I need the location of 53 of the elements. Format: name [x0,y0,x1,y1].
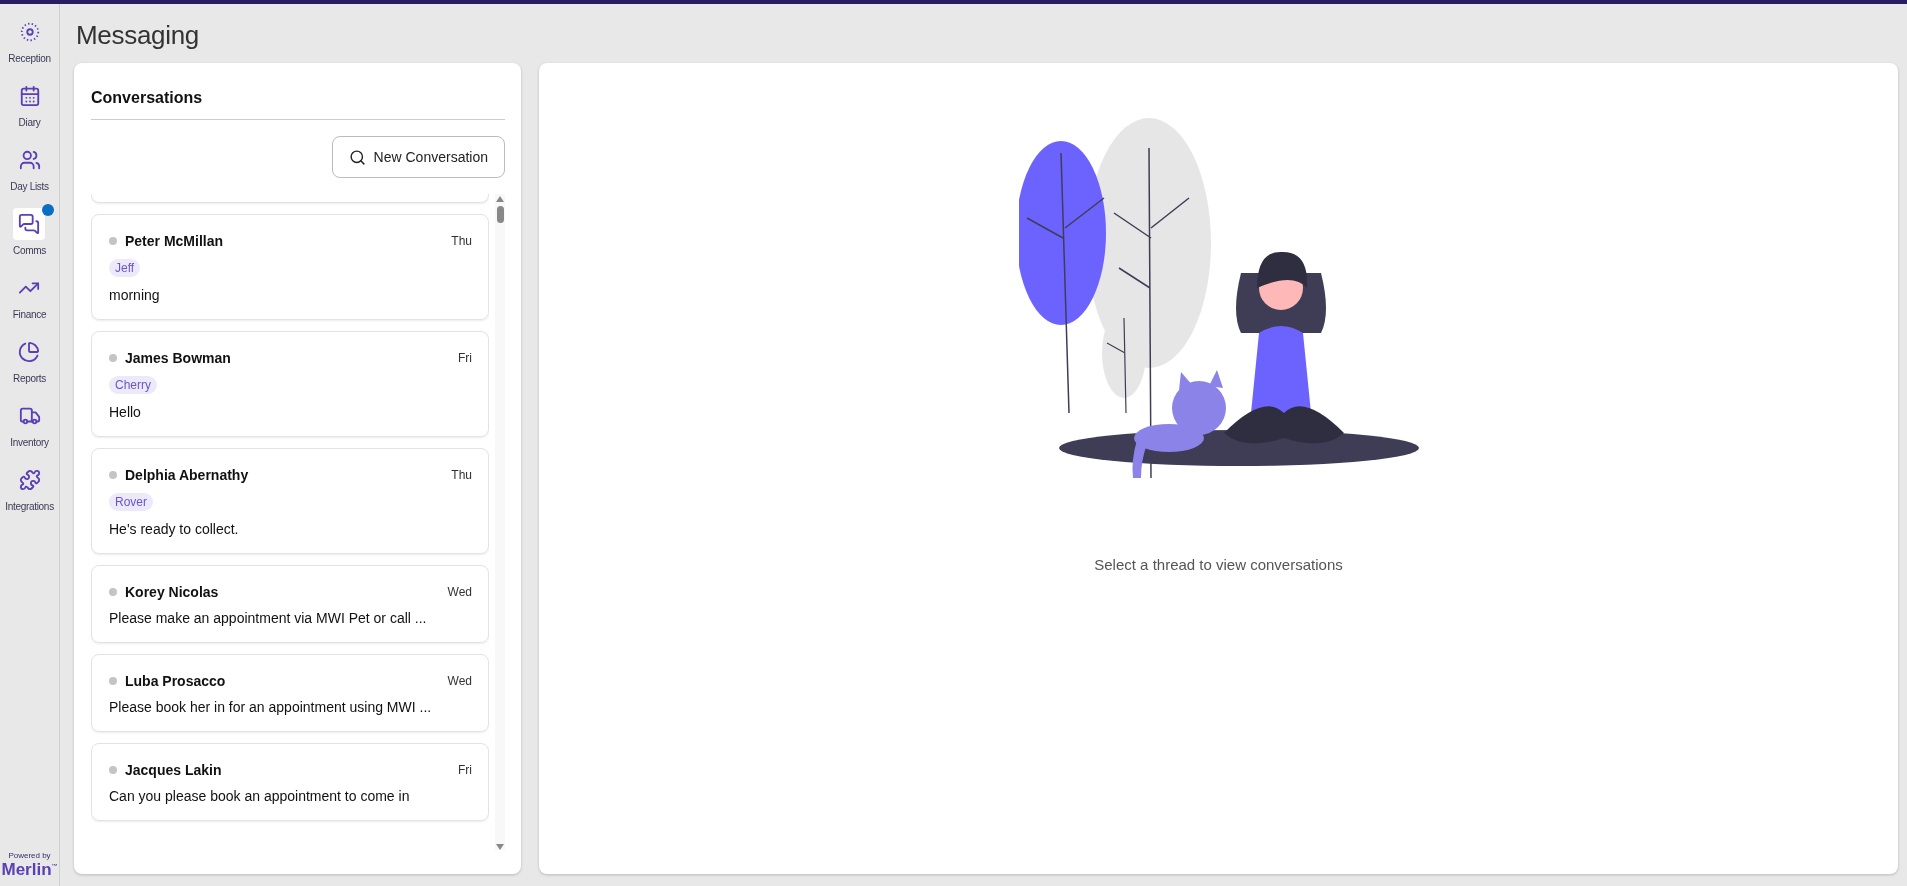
nav-item[interactable]: Finance [4,268,55,320]
conversation-card[interactable]: Delphia Abernathy Thu Rover He's ready to collect. [91,448,489,554]
page-title: Messaging [76,20,201,51]
conversation-card[interactable]: James Bowman Fri Cherry Hello [91,331,489,437]
message-preview: Please book her in for an appointment using MWI ... [109,699,433,715]
message-day: Fri [458,763,472,777]
nav-item[interactable]: Inventory [2,396,57,448]
nav-item[interactable]: Reports [5,332,54,384]
message-day: Wed [447,674,472,688]
new-conversation-button[interactable]: New Conversation [331,136,505,178]
chat-bubbles-icon [13,208,46,240]
message-day: Wed [447,585,472,599]
message-day: Fri [458,351,472,365]
contact-name: Luba Prosacco [125,673,227,689]
contact-name: Jacques Lakin [125,762,223,778]
brand-logo: Merlin$^{™}$ [1,860,58,880]
pet-tag: Cherry [109,376,157,394]
message-preview: Please make an appointment via MWI Pet or call ... [109,610,428,626]
contact-name: Korey Nicolas [125,584,220,600]
nav-item[interactable]: Day Lists [2,140,57,192]
pet-tag: Jeff [109,259,141,277]
message-preview: Can you please book an appointment to come in [109,788,411,804]
scrollbar-thumb[interactable] [496,206,504,223]
contact-name: Peter McMillan [125,233,225,249]
empty-state-message: Select a thread to view conversations [1094,556,1343,573]
message-preview: He's ready to collect. [109,521,240,537]
conversation-card[interactable]: Peter McMillan Thu Jeff morning [91,214,489,320]
conversation-card[interactable]: Luba Prosacco Wed Please book her in for an appointment using MWI ... [91,654,489,732]
conversation-card[interactable]: Korey Nicolas Wed Please make an appointment via MWI Pet or call ... [91,565,489,643]
status-dot [109,354,117,362]
search-icon [348,148,366,166]
status-dot [109,677,117,685]
message-preview: Hello [109,404,142,420]
scrollbar[interactable] [495,194,505,850]
status-dot [109,588,117,596]
status-dot [109,766,117,774]
status-dot [109,471,117,479]
powered-by-text: Powered by [8,851,51,860]
message-preview: morning [109,287,161,303]
message-day: Thu [451,234,472,248]
nav-item[interactable]: Reception [0,12,59,64]
scroll-up-icon[interactable] [496,196,504,202]
nav-item[interactable]: Diary [5,76,54,128]
scroll-down-icon[interactable] [496,844,504,850]
pet-tag: Rover [109,493,153,511]
nav-item[interactable]: Comms [5,204,54,256]
message-day: Thu [451,468,472,482]
contact-name: Delphia Abernathy [125,467,250,483]
nav-item[interactable]: Integrations [0,460,62,512]
panel-title: Conversations [91,89,505,120]
contact-name: James Bowman [125,350,232,366]
conversation-card[interactable]: Jacques Lakin Fri Can you please book an appointment to come in [91,743,489,821]
status-dot [109,237,117,245]
